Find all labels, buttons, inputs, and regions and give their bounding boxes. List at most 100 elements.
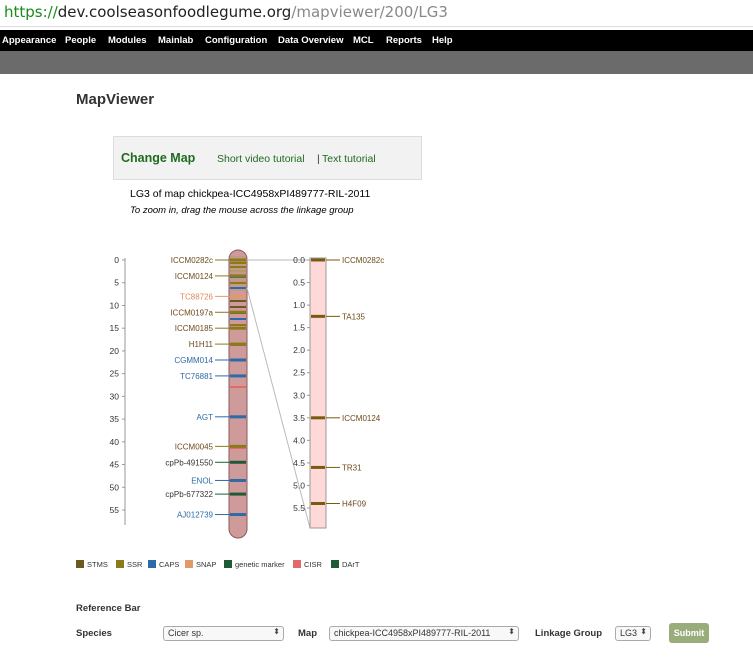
right-axis-tick-label: 0.5 [293,278,305,288]
left-axis-tick-label: 5 [114,278,119,288]
marker-label[interactable]: TC76881 [180,372,213,381]
left-axis-tick-label: 40 [110,437,120,447]
zoom-marker-band[interactable] [311,465,325,469]
nav-mcl[interactable]: MCL [353,35,374,46]
legend-swatch [293,560,301,568]
right-axis-tick-label: 1.0 [293,300,305,310]
marker-label[interactable]: cpPb-491550 [165,458,213,467]
chromosome-band [230,386,246,388]
zoom-marker-band[interactable] [311,416,325,420]
zoom-marker-band[interactable] [311,258,325,262]
marker-band[interactable] [230,513,246,517]
marker-label[interactable]: ICCM0197a [170,308,213,317]
species-select[interactable]: Cicer sp. ⬍ [163,626,284,641]
left-axis: 0 5 10 15 20 25 30 35 40 45 50 55 [110,255,125,515]
linkage-group-label: Linkage Group [535,628,603,639]
zoom-marker-band[interactable] [311,501,325,505]
change-map-link[interactable]: Change Map [121,151,195,165]
zoom-marker-label[interactable]: TR31 [342,463,362,472]
nav-configuration[interactable]: Configuration [205,35,267,46]
right-axis-tick-label: 3.5 [293,413,305,423]
marker-label[interactable]: AGT [197,413,214,422]
linkage-map[interactable]: 0 5 10 15 20 25 30 35 40 45 50 55 ICCM0282c ICCM0124… [0,240,753,550]
marker-label[interactable]: ENOL [191,476,213,485]
marker-label[interactable]: CGMM014 [174,356,213,365]
map-label: Map [298,628,317,639]
legend-item: DArT [331,560,360,569]
marker-band[interactable] [230,258,246,262]
chromosome-band [230,282,246,284]
nav-mainlab[interactable]: Mainlab [158,35,193,46]
linkage-group-select[interactable]: LG3 ⬍ [615,626,651,641]
left-axis-tick-label: 15 [110,323,120,333]
nav-modules[interactable]: Modules [108,35,147,46]
marker-band[interactable] [230,294,246,298]
map-value: chickpea-ICC4958xPI489777-RIL-2011 [334,628,491,638]
chromosome-band [230,262,246,264]
marker-label[interactable]: ICCM0185 [175,324,214,333]
species-label: Species [76,628,112,639]
marker-band[interactable] [230,478,246,482]
url-path: /mapviewer/200/LG3 [291,3,448,21]
video-tutorial-link[interactable]: Short video tutorial [217,153,305,165]
submit-button[interactable]: Submit [669,623,709,643]
marker-label[interactable]: AJ012739 [177,511,214,520]
marker-label[interactable]: ICCM0282c [171,256,213,265]
left-axis-tick-label: 30 [110,391,120,401]
left-markers: ICCM0282c ICCM0124 TC88726 ICCM0197a ICCM018… [165,256,246,520]
marker-band[interactable] [230,492,246,496]
marker-label[interactable]: cpPb-677322 [165,490,213,499]
nav-reports[interactable]: Reports [386,35,422,46]
legend-label: CAPS [159,560,180,569]
marker-band[interactable] [230,415,246,419]
marker-band[interactable] [230,310,246,314]
legend-label: STMS [87,560,108,569]
right-axis-tick-label: 2.5 [293,368,305,378]
zoom-marker-band[interactable] [311,314,325,318]
left-axis-tick-label: 55 [110,505,120,515]
left-axis-tick-label: 25 [110,369,120,379]
marker-label[interactable]: ICCM0045 [175,442,214,451]
address-bar[interactable]: https://dev.coolseasonfoodlegume.org/map… [0,0,753,27]
chromosome-band [230,266,246,268]
legend-item: SSR [116,560,142,569]
marker-band[interactable] [230,374,246,378]
right-axis-tick-label: 4.0 [293,435,305,445]
nav-appearance[interactable]: Appearance [2,35,56,46]
legend-item: CAPS [148,560,179,569]
marker-band[interactable] [230,444,246,448]
map-select[interactable]: chickpea-ICC4958xPI489777-RIL-2011 ⬍ [329,626,519,641]
nav-people[interactable]: People [65,35,96,46]
nav-data-overview[interactable]: Data Overview [278,35,343,46]
marker-band[interactable] [230,460,246,464]
left-axis-tick-label: 35 [110,414,120,424]
select-arrows-icon: ⬍ [640,627,647,636]
zoom-marker-label[interactable]: ICCM0124 [342,414,381,423]
chromosome-zoomed[interactable] [309,257,327,529]
legend-label: DArT [342,560,360,569]
left-axis-tick-label: 10 [110,300,120,310]
marker-band[interactable] [230,342,246,346]
zoom-marker-label[interactable]: ICCM0282c [342,256,384,265]
left-axis-tick-label: 50 [110,482,120,492]
marker-band[interactable] [230,358,246,362]
legend-item: genetic marker [224,560,285,569]
text-tutorial-link[interactable]: Text tutorial [322,153,376,165]
zoom-marker-label[interactable]: TA135 [342,312,366,321]
marker-label[interactable]: TC88726 [180,292,213,301]
right-axis-tick-label: 3.0 [293,390,305,400]
page-title: MapViewer [76,91,155,108]
legend-item: CISR [293,560,322,569]
legend-swatch [224,560,232,568]
marker-band[interactable] [230,274,246,278]
zoom-marker-label[interactable]: H4F09 [342,499,367,508]
marker-label[interactable]: ICCM0124 [175,272,214,281]
marker-label[interactable]: H1H11 [189,340,214,349]
legend-swatch [76,560,84,568]
url-text[interactable]: https://dev.coolseasonfoodlegume.org/map… [4,3,448,21]
marker-band[interactable] [230,326,246,330]
tutorial-separator: | [317,153,320,165]
nav-help[interactable]: Help [432,35,453,46]
select-arrows-icon: ⬍ [273,627,280,636]
legend-item: STMS [76,560,108,569]
